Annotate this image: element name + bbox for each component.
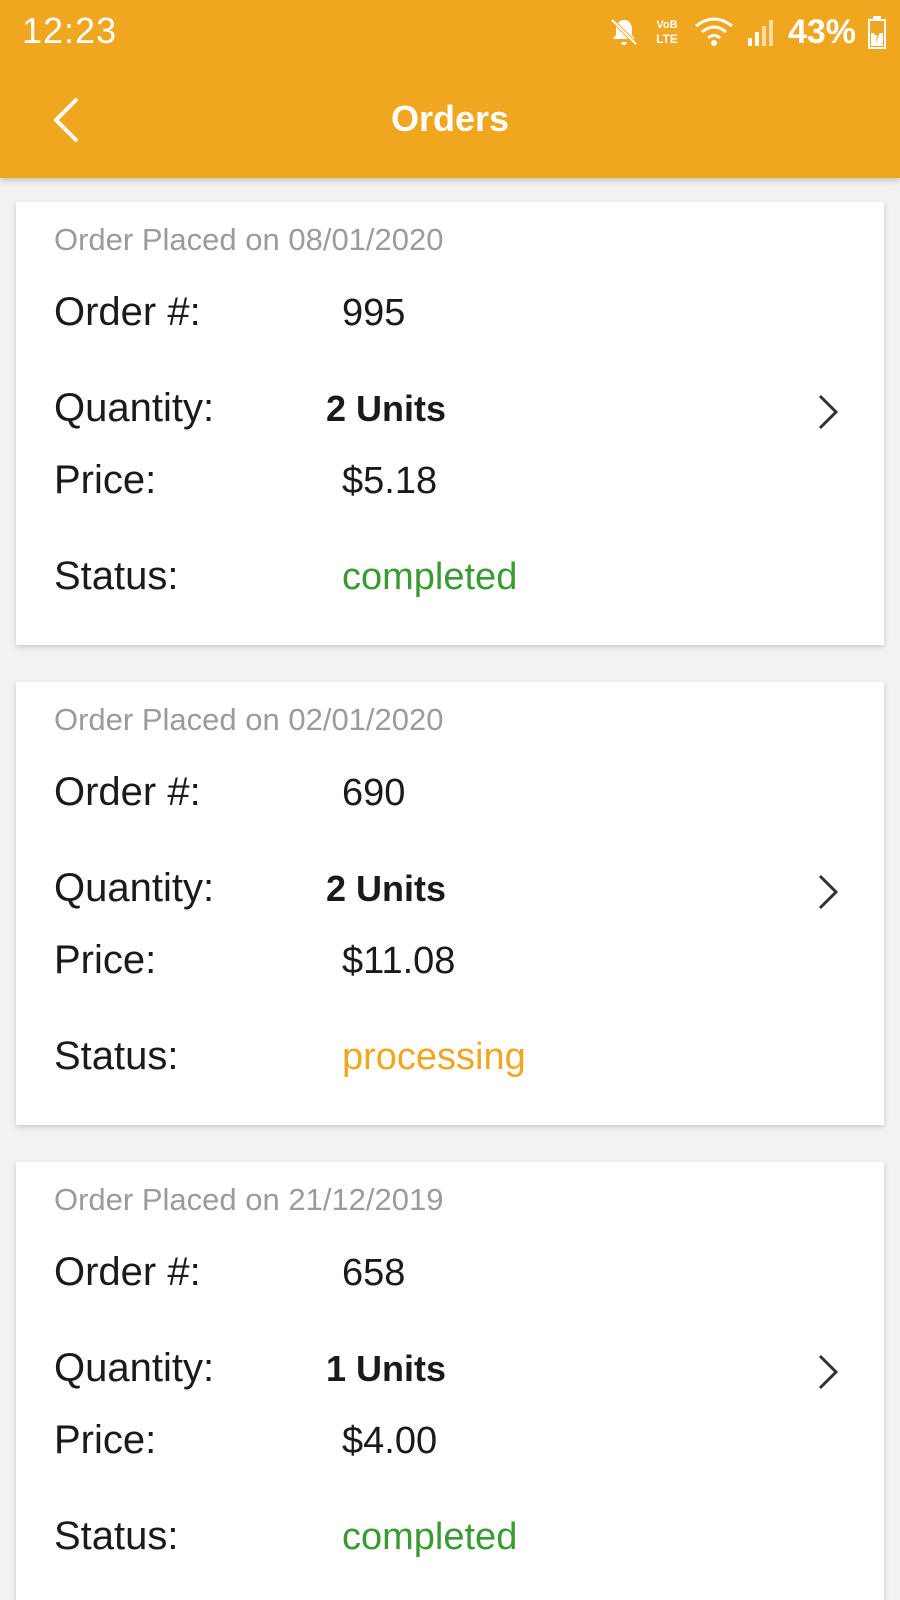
order-number-label: Order #: [54,290,201,334]
status-value: completed [342,1516,518,1558]
status-value: completed [342,556,518,598]
page-title: Orders [390,98,510,139]
status-value: processing [342,1036,526,1078]
lte-text: LTE [656,32,678,46]
svg-text:VoB: VoB [656,19,677,31]
wifi-icon [695,17,733,46]
order-number-label: Order #: [54,770,201,814]
price-value: $4.00 [342,1420,438,1462]
orders-screen: 12:23 VoB LTE 43% Orders Order Placed on… [0,0,900,1600]
price-label: Price: [54,1418,157,1462]
chevron-right-icon [818,874,839,910]
chevron-right-icon [818,394,839,430]
order-card[interactable]: Order Placed on 21/12/2019 Order #: 658 … [16,1162,884,1600]
chevron-right-icon [818,1354,839,1390]
order-card[interactable]: Order Placed on 08/01/2020 Order #: 995 … [16,202,884,645]
price-label: Price: [54,938,157,982]
status-time: 12:23 [22,10,118,51]
status-icons: VoB LTE 43% [608,10,886,54]
quantity-label: Quantity: [54,866,215,910]
status-bar: 12:23 VoB LTE 43% [0,0,900,62]
order-card[interactable]: Order Placed on 02/01/2020 Order #: 690 … [16,682,884,1125]
order-number-value: 995 [342,292,406,334]
price-value: $11.08 [342,940,456,982]
quantity-value: 2 Units [326,388,447,429]
lte-icon: VoB LTE [656,19,678,46]
signal-icon [747,20,773,46]
battery-percentage: 43% [787,12,856,51]
status-label: Status: [54,1514,179,1558]
quantity-value: 2 Units [326,868,447,909]
order-number-value: 690 [342,772,406,814]
quantity-value: 1 Units [326,1348,447,1389]
status-label: Status: [54,1034,179,1078]
app-header: 12:23 VoB LTE 43% Orders [0,0,900,178]
price-label: Price: [54,458,157,502]
order-number-value: 658 [342,1252,406,1294]
quantity-label: Quantity: [54,386,215,430]
price-value: $5.18 [342,460,438,502]
status-label: Status: [54,554,179,598]
order-number-label: Order #: [54,1250,201,1294]
quantity-label: Quantity: [54,1346,215,1390]
order-placed-date: Order Placed on 21/12/2019 [54,1182,444,1217]
battery-icon [868,16,886,49]
order-placed-date: Order Placed on 02/01/2020 [54,702,444,737]
order-placed-date: Order Placed on 08/01/2020 [54,222,444,257]
mute-icon [610,18,638,46]
